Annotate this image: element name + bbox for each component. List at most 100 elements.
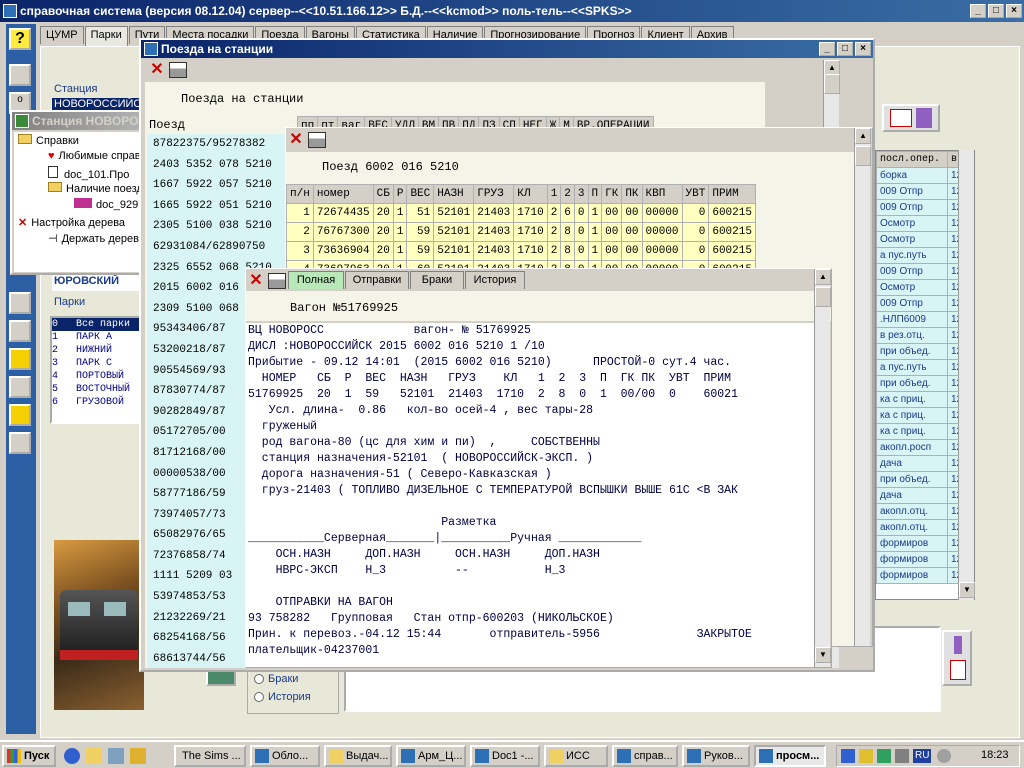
tree-item-settings[interactable]: ✕ Настройка дерева	[18, 216, 125, 229]
tab-full[interactable]: Полная	[288, 271, 344, 289]
task-prosm[interactable]: просм...	[754, 745, 826, 767]
tree-item-favorites[interactable]: ♥ Любимые справки	[48, 150, 148, 162]
column-header[interactable]: ГРУЗ	[473, 184, 515, 204]
tree-item-spravki[interactable]: Справки	[18, 134, 79, 147]
printer-icon[interactable]	[268, 273, 286, 289]
park-item[interactable]: 2 НИЖНИЙ	[52, 344, 140, 357]
task-sprav[interactable]: справ...	[612, 745, 678, 767]
tab-sendings[interactable]: Отправки	[345, 271, 409, 289]
column-header[interactable]: СБ	[372, 184, 394, 204]
tool-icon-6[interactable]	[9, 432, 31, 454]
task-doc1[interactable]: Doc1 -...	[470, 745, 540, 767]
maximize-button[interactable]: □	[837, 42, 853, 56]
task-word-1[interactable]: Обло...	[250, 745, 320, 767]
trains-title-bar[interactable]: Поезда на станции _ □ ×	[141, 40, 873, 58]
refresh-icon[interactable]	[9, 64, 31, 86]
column-header[interactable]: КВП	[641, 184, 683, 204]
right-scrollbar[interactable]: ▼	[958, 150, 975, 600]
column-header[interactable]: НАЗН	[433, 184, 475, 204]
tray-icon[interactable]	[841, 749, 855, 763]
tab-defects[interactable]: Браки	[410, 271, 464, 289]
column-header[interactable]: ВЕС	[406, 184, 435, 204]
app-icon[interactable]	[130, 748, 146, 764]
park-item[interactable]: 3 ПАРК С	[52, 357, 140, 370]
column-header[interactable]: 3	[573, 184, 589, 204]
tool-icon-3[interactable]	[9, 348, 31, 370]
park-item[interactable]: 5 ВОСТОЧНЫЙ	[52, 383, 140, 396]
task-folder[interactable]: Выдач...	[324, 745, 392, 767]
minimize-button[interactable]: _	[970, 4, 986, 18]
outlook-icon[interactable]	[86, 748, 102, 764]
column-header[interactable]: ПРИМ	[708, 184, 756, 204]
tray-icon[interactable]	[859, 749, 873, 763]
column-header[interactable]: номер	[312, 184, 374, 204]
train-scrollbar[interactable]: ▲	[854, 128, 871, 646]
tab-history[interactable]: История	[465, 271, 525, 289]
start-button[interactable]: Пуск	[2, 745, 56, 767]
column-header[interactable]: 1	[546, 184, 562, 204]
document-icon[interactable]	[942, 630, 972, 686]
radio-braki[interactable]: Браки	[254, 673, 298, 685]
close-button[interactable]: ×	[1006, 4, 1022, 18]
tray-icon[interactable]	[877, 749, 891, 763]
train-row[interactable]: 1665 5922 051 5210	[147, 196, 287, 217]
table-row[interactable]: 3 73636904 20 1 59 52101 21403 1710 2 8 0 1 00 00 0000…	[286, 241, 756, 261]
column-header[interactable]: П	[587, 184, 603, 204]
train-row[interactable]: 2305 5100 038 5210	[147, 216, 287, 237]
task-rukov[interactable]: Руков...	[682, 745, 750, 767]
report-icon[interactable]	[882, 104, 940, 132]
task-arm[interactable]: Арм_Ц...	[396, 745, 466, 767]
volume-icon[interactable]	[895, 749, 909, 763]
desktop-icon[interactable]	[108, 748, 124, 764]
minimize-button[interactable]: _	[819, 42, 835, 56]
tree-title-bar[interactable]: Станция НОВОРОССИЙСК	[12, 112, 148, 130]
tree-item-trains[interactable]: Наличие поездов	[48, 182, 148, 195]
park-item[interactable]: 6 ГРУЗОВОЙ	[52, 396, 140, 409]
close-x-icon[interactable]: ✕	[288, 132, 304, 148]
park-item[interactable]: 4 ПОРТОВЫЙ	[52, 370, 140, 383]
maximize-button[interactable]: □	[988, 4, 1004, 18]
column-header[interactable]: ГК	[601, 184, 623, 204]
wagon-scrollbar[interactable]: ▲ ▼	[814, 269, 831, 667]
table-row[interactable]: 1 72674435 20 1 51 52101 21403 1710 2 6 0 1 00 00 0000…	[286, 203, 756, 223]
close-x-icon[interactable]: ✕	[248, 273, 264, 289]
tree-item-doc101[interactable]: doc_101.Про	[48, 166, 129, 181]
column-header[interactable]: КЛ	[513, 184, 548, 204]
train-row[interactable]: 1667 5922 057 5210	[147, 175, 287, 196]
radio-history[interactable]: История	[254, 691, 311, 703]
tree-item-doc929[interactable]: doc_929.	[74, 198, 141, 211]
main-title-bar[interactable]: справочная система (версия 08.12.04) сер…	[0, 0, 1024, 22]
train-row[interactable]: 62931084/62890750	[147, 237, 287, 258]
tool-icon-4[interactable]	[9, 376, 31, 398]
help-icon[interactable]: ?	[9, 28, 31, 50]
table-row[interactable]: 2 76767300 20 1 59 52101 21403 1710 2 8 0 1 00 00 0000…	[286, 222, 756, 242]
tool-icon-1[interactable]	[9, 292, 31, 314]
train-row[interactable]: 2403 5352 078 5210	[147, 155, 287, 176]
tree-item-hold[interactable]: ⊣ Держать дерево	[48, 232, 145, 245]
tool-icon-2[interactable]	[9, 320, 31, 342]
tool-icon-5[interactable]	[9, 404, 31, 426]
close-x-icon[interactable]: ✕	[149, 62, 165, 78]
column-header[interactable]: п/н	[286, 184, 314, 204]
tray-icon[interactable]	[937, 749, 951, 763]
park-item[interactable]: 0 Все парки	[52, 318, 140, 331]
station2-value[interactable]: ЮРОВСКИЙ	[52, 275, 142, 291]
task-sims[interactable]: The Sims ...	[174, 745, 246, 767]
parks-label: Парки	[54, 296, 86, 308]
tab-parks[interactable]: Парки	[84, 26, 128, 46]
printer-icon[interactable]	[308, 132, 326, 148]
printer-icon[interactable]	[169, 62, 187, 78]
park-item[interactable]: 1 ПАРК А	[52, 331, 140, 344]
tab-cumr[interactable]: ЦУМР	[40, 26, 84, 44]
ie-icon[interactable]	[64, 748, 80, 764]
close-button[interactable]: ×	[855, 42, 871, 56]
column-header[interactable]: 2	[560, 184, 575, 204]
task-iss[interactable]: ИСС	[544, 745, 608, 767]
train-row[interactable]: 87822375/95278382	[147, 134, 287, 155]
report-line: НОМЕР СБ Р ВЕС НАЗН ГРУЗ КЛ 1 2 3 П ГК П…	[248, 372, 732, 385]
column-header[interactable]: Р	[392, 184, 408, 204]
column-header[interactable]: ПК	[621, 184, 643, 204]
column-header[interactable]: УВТ	[681, 184, 710, 204]
clock[interactable]: 18:23	[981, 749, 1009, 761]
language-indicator[interactable]: RU	[913, 749, 932, 763]
